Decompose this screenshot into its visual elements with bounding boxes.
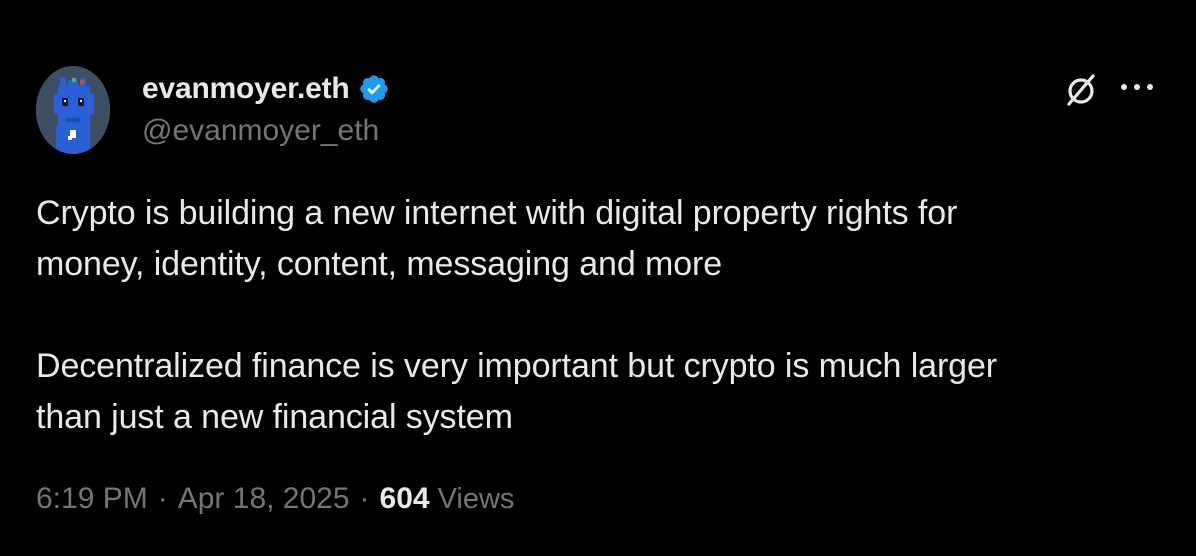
author-name-row: evanmoyer.eth xyxy=(142,70,390,108)
tweet-time[interactable]: 6:19 PM xyxy=(36,482,148,516)
pixel-punk-avatar-image xyxy=(36,66,110,154)
more-icon[interactable] xyxy=(1118,80,1158,94)
views-count: 604 xyxy=(379,482,430,515)
tweet: evanmoyer.eth @evanmoyer_eth Crypto is b… xyxy=(0,0,1196,556)
tweet-date[interactable]: Apr 18, 2025 xyxy=(178,482,350,516)
meta-separator: · xyxy=(157,482,168,515)
avatar[interactable] xyxy=(36,66,110,154)
author-display-name[interactable]: evanmoyer.eth xyxy=(142,72,350,106)
tweet-meta: 6:19 PM · Apr 18, 2025 · 604 Views xyxy=(36,482,514,516)
verified-badge-icon[interactable] xyxy=(358,73,390,105)
tweet-paragraph: Decentralized finance is very important … xyxy=(36,347,998,436)
tweet-text: Crypto is building a new internet with d… xyxy=(36,188,1166,443)
views-label: Views xyxy=(437,483,515,515)
author-handle[interactable]: @evanmoyer_eth xyxy=(142,114,379,148)
meta-separator: · xyxy=(359,482,370,515)
tweet-paragraph: Crypto is building a new internet with d… xyxy=(36,194,958,283)
grok-icon[interactable] xyxy=(1064,72,1098,108)
